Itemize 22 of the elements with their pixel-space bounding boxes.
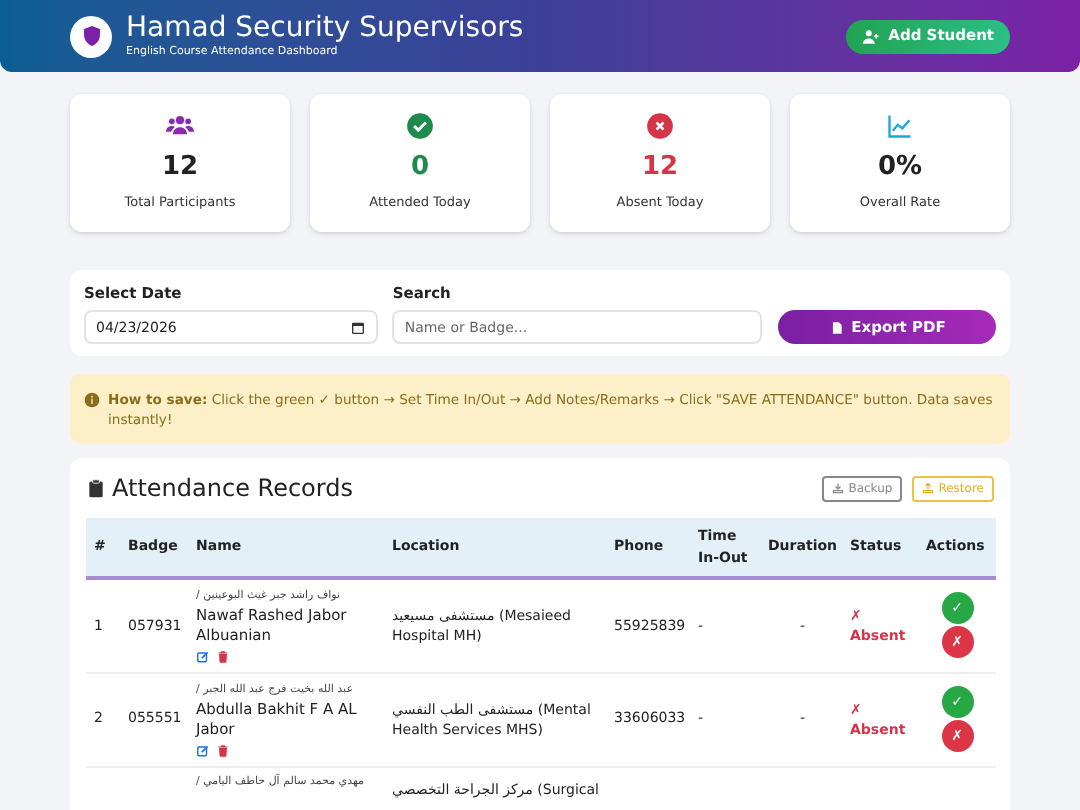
check-circle-icon [406,112,434,140]
download-icon [832,482,845,494]
edit-icon[interactable] [196,649,210,664]
file-icon [829,319,844,335]
info-icon [84,391,100,407]
clipboard-icon [86,477,106,499]
trash-icon[interactable] [216,743,230,757]
x-circle-icon [646,112,674,140]
add-user-icon [862,27,881,45]
stat-value: 12 [641,150,679,186]
trash-icon[interactable] [216,649,230,664]
stat-value: 0 [410,150,430,186]
stat-value: 12 [161,150,199,186]
shield-icon [79,24,103,48]
edit-icon[interactable] [196,743,210,757]
line-chart-icon [886,112,914,140]
upload-icon [922,482,935,494]
calendar-icon [350,319,367,335]
section-title: Attendance Records [112,472,353,506]
app-title: Hamad Security Supervisors [126,12,524,45]
stat-value: 0% [877,150,923,186]
group-icon [166,112,194,140]
